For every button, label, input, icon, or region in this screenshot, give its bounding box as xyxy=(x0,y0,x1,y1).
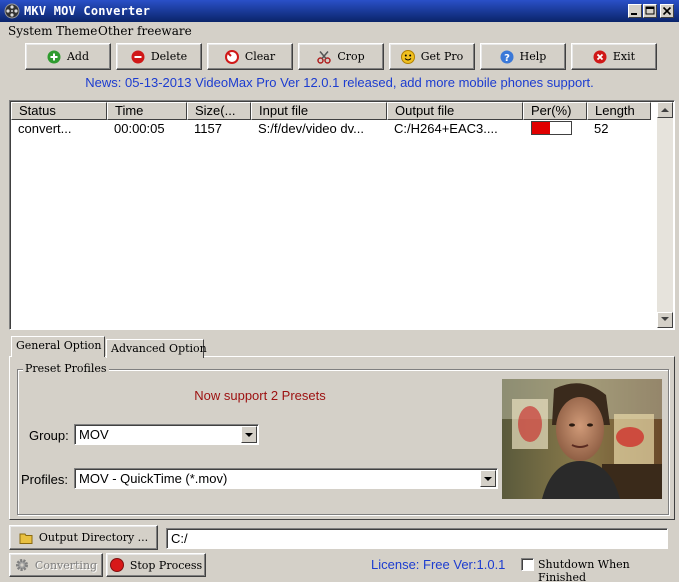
chevron-down-icon[interactable] xyxy=(480,470,496,487)
converting-button[interactable]: Converting xyxy=(9,553,103,577)
group-label: Group: xyxy=(29,428,69,443)
group-select[interactable]: MOV xyxy=(74,424,259,445)
row-status: convert... xyxy=(18,121,72,136)
list-header: Status Time Size(... Input file Output f… xyxy=(11,102,659,120)
menu-bar: System Theme Other freeware xyxy=(0,22,679,40)
shutdown-label[interactable]: Shutdown When Finished xyxy=(538,558,679,582)
stop-process-button[interactable]: Stop Process xyxy=(106,553,206,577)
column-status[interactable]: Status xyxy=(11,102,107,120)
column-size[interactable]: Size(... xyxy=(187,102,251,120)
tab-general-option[interactable]: General Option xyxy=(11,336,105,357)
maximize-button[interactable] xyxy=(643,4,657,18)
table-row[interactable]: convert... 00:00:05 1157 S:/f/dev/video … xyxy=(11,120,659,137)
close-button[interactable] xyxy=(660,4,674,18)
video-preview xyxy=(502,379,662,499)
conversion-list[interactable]: Status Time Size(... Input file Output f… xyxy=(9,100,675,330)
clear-button[interactable]: Clear xyxy=(207,43,293,70)
stop-process-label: Stop Process xyxy=(129,558,203,572)
get-pro-button[interactable]: Get Pro xyxy=(389,43,475,70)
column-input-file[interactable]: Input file xyxy=(251,102,387,120)
exit-button[interactable]: Exit xyxy=(571,43,657,70)
crop-button[interactable]: Crop xyxy=(298,43,384,70)
column-time[interactable]: Time xyxy=(107,102,187,120)
delete-icon xyxy=(131,50,145,64)
profiles-select[interactable]: MOV - QuickTime (*.mov) xyxy=(74,468,498,489)
delete-button[interactable]: Delete xyxy=(116,43,202,70)
crop-button-label: Crop xyxy=(337,50,365,63)
gear-icon xyxy=(15,558,29,572)
exit-button-label: Exit xyxy=(612,50,636,63)
menu-theme[interactable]: Theme xyxy=(56,24,97,38)
scissors-icon xyxy=(317,50,332,64)
row-length: 52 xyxy=(594,121,609,136)
film-reel-icon[interactable] xyxy=(4,3,20,19)
title-bar: MKV MOV Converter xyxy=(0,0,679,22)
news-banner[interactable]: News: 05-13-2013 VideoMax Pro Ver 12.0.1… xyxy=(0,75,679,90)
row-output-file: C:/H264+EAC3.... xyxy=(394,121,498,136)
output-directory-value: C:/ xyxy=(171,531,188,546)
clear-button-label: Clear xyxy=(244,50,276,63)
add-button-label: Add xyxy=(66,50,90,63)
scroll-up-arrow-icon[interactable] xyxy=(657,102,673,118)
row-input-file: S:/f/dev/video dv... xyxy=(258,121,364,136)
add-button[interactable]: Add xyxy=(25,43,111,70)
profiles-select-value: MOV - QuickTime (*.mov) xyxy=(79,471,228,486)
converting-label: Converting xyxy=(34,558,98,572)
tab-advanced-option[interactable]: Advanced Option xyxy=(106,339,207,358)
svg-text:?: ? xyxy=(504,53,510,64)
group-select-value: MOV xyxy=(79,427,109,442)
help-button-label: Help xyxy=(519,50,547,63)
help-icon: ? xyxy=(500,50,514,64)
presets-note: Now support 2 Presets xyxy=(194,388,326,403)
column-output-file[interactable]: Output file xyxy=(387,102,523,120)
row-time: 00:00:05 xyxy=(114,121,165,136)
output-directory-label: Output Directory ... xyxy=(38,531,149,544)
help-button[interactable]: ? Help xyxy=(480,43,566,70)
exit-icon xyxy=(593,50,607,64)
row-progress-bar xyxy=(531,121,572,135)
output-directory-field[interactable]: C:/ xyxy=(166,528,668,549)
folder-icon xyxy=(19,531,33,545)
license-text: License: Free Ver:1.0.1 xyxy=(371,557,506,572)
profiles-label: Profiles: xyxy=(21,472,68,487)
stop-icon xyxy=(109,558,124,572)
chevron-down-icon[interactable] xyxy=(241,426,257,443)
minimize-button[interactable] xyxy=(628,4,642,18)
menu-other-freeware[interactable]: Other freeware xyxy=(98,24,192,38)
smiley-icon xyxy=(400,49,415,64)
clear-icon xyxy=(224,49,239,64)
add-icon xyxy=(47,50,61,64)
column-percent[interactable]: Per(%) xyxy=(523,102,587,120)
list-vertical-scrollbar[interactable] xyxy=(657,102,673,328)
window-title: MKV MOV Converter xyxy=(24,4,151,18)
row-size: 1157 xyxy=(194,121,222,136)
scroll-down-arrow-icon[interactable] xyxy=(657,312,673,328)
shutdown-checkbox[interactable] xyxy=(521,558,534,571)
progress-fill xyxy=(532,122,550,134)
get-pro-button-label: Get Pro xyxy=(420,50,464,63)
preset-profiles-title: Preset Profiles xyxy=(23,362,109,375)
menu-system[interactable]: System xyxy=(8,24,52,38)
column-length[interactable]: Length xyxy=(587,102,651,120)
output-directory-button[interactable]: Output Directory ... xyxy=(9,525,158,550)
delete-button-label: Delete xyxy=(150,50,188,63)
